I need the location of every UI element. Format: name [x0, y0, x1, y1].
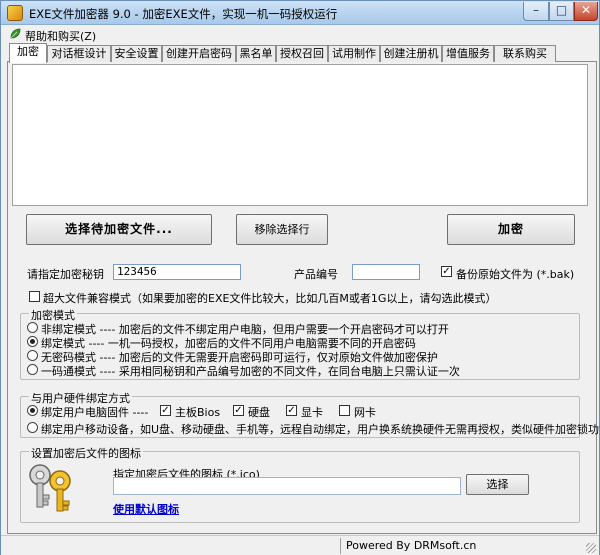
- minimize-button[interactable]: –: [523, 2, 549, 21]
- bios-label: 主板Bios: [175, 406, 221, 419]
- icon-path-input[interactable]: [113, 477, 461, 495]
- close-button[interactable]: ✕: [574, 2, 598, 21]
- keys-icon: [29, 464, 71, 512]
- disk-label: 硬盘: [248, 406, 270, 419]
- backup-checkbox[interactable]: ✓: [441, 266, 452, 277]
- gpu-checkbox[interactable]: ✓: [286, 405, 297, 416]
- bind-mobile-label: 绑定用户移动设备，如U盘、移动硬盘、手机等，远程自动绑定，用户换系统换硬件无需再…: [41, 423, 600, 436]
- leaf-icon: [10, 28, 21, 39]
- browse-icon-button[interactable]: 选择: [466, 474, 529, 495]
- default-icon-link[interactable]: 使用默认图标: [113, 501, 179, 517]
- bios-checkbox[interactable]: ✓: [160, 405, 171, 416]
- select-file-button[interactable]: 选择待加密文件...: [26, 214, 212, 245]
- nic-checkbox[interactable]: [339, 405, 350, 416]
- bind-mobile-radio[interactable]: [27, 422, 38, 433]
- tab-value-added[interactable]: 增值服务: [442, 45, 494, 62]
- title-bar[interactable]: EXE文件加密器 9.0 - 加密EXE文件，实现一机一码授权运行 – □ ✕: [1, 1, 599, 25]
- app-icon: [7, 5, 23, 21]
- mode-unbound-radio[interactable]: [27, 322, 38, 333]
- key-label: 请指定加密秘钥: [27, 268, 104, 281]
- window-title: EXE文件加密器 9.0 - 加密EXE文件，实现一机一码授权运行: [29, 7, 338, 21]
- large-file-label: 超大文件兼容模式（如果要加密的EXE文件比较大，比如几百M或者1G以上，请勾选此…: [43, 292, 497, 305]
- gpu-label: 显卡: [301, 406, 323, 419]
- mode-nopassword-radio[interactable]: [27, 350, 38, 361]
- mode-onecode-radio[interactable]: [27, 364, 38, 375]
- tab-security[interactable]: 安全设置: [111, 45, 162, 62]
- tab-contact-buy[interactable]: 联系购买: [494, 45, 556, 62]
- disk-checkbox[interactable]: ✓: [233, 405, 244, 416]
- status-separator: [340, 538, 341, 554]
- bind-firmware-label: 绑定用户电脑固件 ----: [41, 406, 149, 419]
- nic-label: 网卡: [354, 406, 376, 419]
- file-list[interactable]: [12, 64, 588, 206]
- tab-trial[interactable]: 试用制作: [328, 45, 380, 62]
- status-bar: Powered By DRMsoft.cn: [1, 535, 599, 555]
- product-label: 产品编号: [294, 268, 338, 281]
- tab-keygen[interactable]: 创建注册机: [380, 45, 442, 62]
- status-text: Powered By DRMsoft.cn: [346, 539, 477, 552]
- product-input[interactable]: [352, 264, 420, 280]
- resize-grip[interactable]: [586, 543, 596, 553]
- tab-dialog-design[interactable]: 对话框设计: [47, 45, 111, 62]
- menu-bar: 帮助和购买(Z): [1, 25, 599, 44]
- menu-help-buy[interactable]: 帮助和购买(Z): [25, 28, 96, 44]
- maximize-button[interactable]: □: [549, 2, 574, 21]
- bind-firmware-radio[interactable]: [27, 405, 38, 416]
- key-input[interactable]: 123456: [113, 264, 241, 280]
- large-file-checkbox[interactable]: [29, 291, 40, 302]
- encrypt-button[interactable]: 加密: [447, 214, 575, 245]
- tab-encrypt[interactable]: 加密: [9, 43, 47, 63]
- mode-bound-radio[interactable]: [27, 336, 38, 347]
- mode-onecode-label: 一码通模式 ---- 采用相同秘钥和产品编号加密的不同文件，在同台电脑上只需认证…: [41, 365, 460, 378]
- tab-license-recall[interactable]: 授权召回: [276, 45, 328, 62]
- tab-create-password[interactable]: 创建开启密码: [162, 45, 236, 62]
- tab-blacklist[interactable]: 黑名单: [236, 45, 276, 62]
- app-window: EXE文件加密器 9.0 - 加密EXE文件，实现一机一码授权运行 – □ ✕ …: [0, 0, 600, 555]
- remove-selected-button[interactable]: 移除选择行: [236, 214, 328, 245]
- backup-label: 备份原始文件为 (*.bak): [456, 268, 575, 281]
- tab-strip: 加密 对话框设计 安全设置 创建开启密码 黑名单 授权召回 试用制作 创建注册机…: [7, 43, 597, 63]
- icon-group-title: 设置加密后文件的图标: [29, 445, 143, 461]
